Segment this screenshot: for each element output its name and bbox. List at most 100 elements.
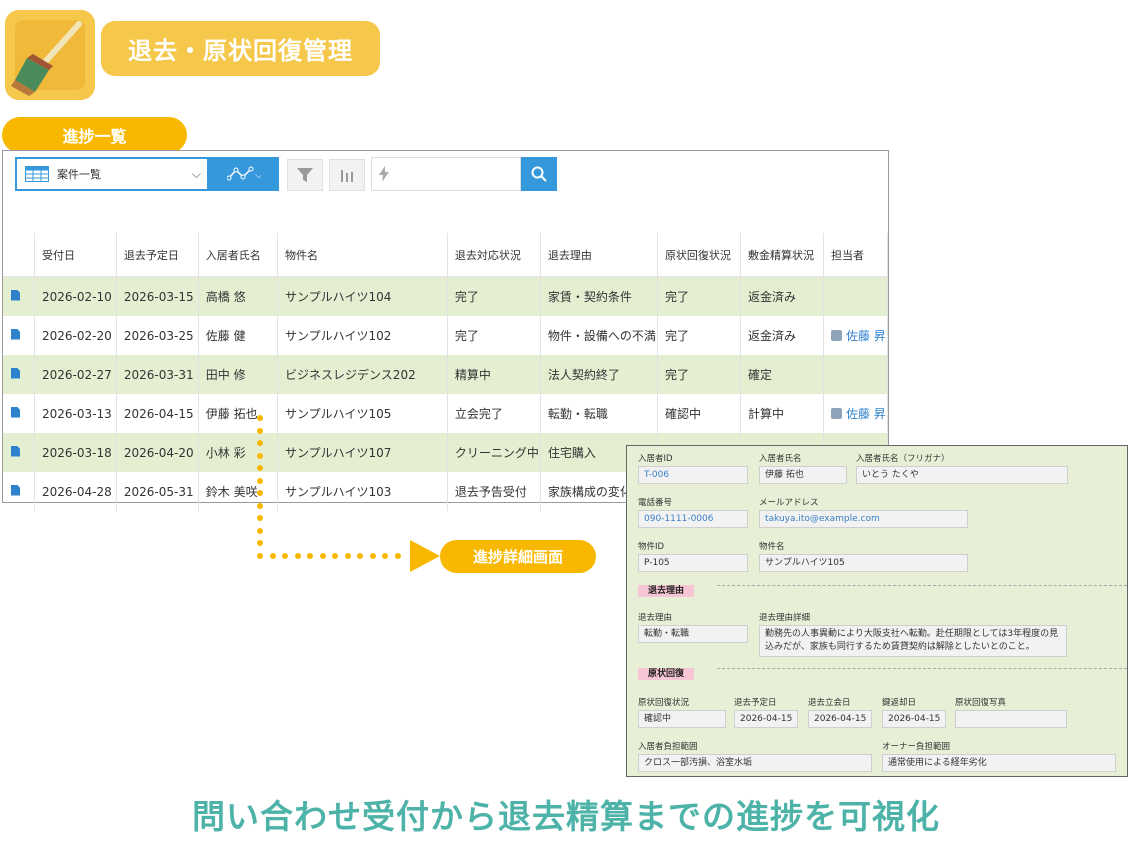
view-selector[interactable]: 案件一覧 ⌵ xyxy=(15,157,209,191)
record-detail-link[interactable] xyxy=(3,316,35,355)
table-cell: サンプルハイツ105 xyxy=(277,394,448,433)
avatar xyxy=(830,408,842,419)
table-row[interactable]: 2026-02-10 2026-03-15 高橋 悠 サンプルハイツ104 完了… xyxy=(3,276,889,316)
tenant-scope-value: クロス一部汚損、浴室水垢 xyxy=(638,754,872,772)
column-header[interactable]: 入居者氏名 xyxy=(198,233,279,277)
table-cell: 2026-04-15 xyxy=(116,394,199,433)
connector-dot xyxy=(357,553,363,559)
table-cell: 精算中 xyxy=(447,355,541,394)
record-detail-link[interactable] xyxy=(3,355,35,394)
record-detail-link[interactable] xyxy=(3,472,35,511)
field-label: 原状回復写真 xyxy=(955,698,1007,708)
table-cell: 2026-02-10 xyxy=(34,276,117,316)
column-header[interactable]: 退去理由 xyxy=(540,233,658,277)
table-cell: 物件・設備への不満 xyxy=(540,316,658,355)
connector-dot xyxy=(319,553,326,559)
connector-dot xyxy=(257,540,263,546)
reason-detail-value: 勤務先の人事異動により大阪支社へ転勤。赴任期限としては3年程度の見込みだが、家族… xyxy=(759,625,1067,657)
assignee-link[interactable]: 佐藤 昇 xyxy=(846,329,886,343)
table-cell: 田中 修 xyxy=(198,355,279,394)
table-cell: ビジネスレジデンス202 xyxy=(277,355,448,394)
filter-button[interactable] xyxy=(287,159,323,191)
avatar xyxy=(830,330,842,341)
phone-value[interactable]: 090-1111-0006 xyxy=(638,510,748,528)
table-cell: 退去予告受付 xyxy=(447,472,541,511)
line-chart-icon: ⌵ xyxy=(227,166,261,181)
table-cell: 2026-03-15 xyxy=(116,276,199,316)
table-header-row: 受付日 退去予定日 入居者氏名 物件名 退去対応状況 退去理由 原状回復状況 敷… xyxy=(3,233,889,277)
field-label: 入居者氏名（フリガナ） xyxy=(856,454,950,464)
assignee-link[interactable]: 佐藤 昇 xyxy=(846,407,886,421)
field-label: 退去予定日 xyxy=(734,698,777,708)
bar-chart-icon xyxy=(341,170,353,182)
chart-button[interactable] xyxy=(329,159,365,191)
table-cell xyxy=(823,276,889,316)
tenant-id-value[interactable]: T-006 xyxy=(638,466,748,484)
connector-dot xyxy=(394,553,401,559)
connector-dot xyxy=(257,527,263,534)
table-cell: 返金済み xyxy=(740,276,824,316)
field-label: 退去立会日 xyxy=(808,698,851,708)
column-header[interactable]: 退去予定日 xyxy=(116,233,199,277)
connector-dot xyxy=(257,452,263,459)
email-value[interactable]: takuya.ito@example.com xyxy=(759,510,968,528)
table-cell: サンプルハイツ102 xyxy=(277,316,448,355)
table-cell: 法人契約終了 xyxy=(540,355,658,394)
connector-dot xyxy=(332,553,338,559)
column-header[interactable]: 担当者 xyxy=(823,233,889,277)
property-name-value: サンプルハイツ105 xyxy=(759,554,968,572)
assignee-cell[interactable]: 佐藤 昇 xyxy=(823,394,889,433)
connector-dot xyxy=(257,477,263,484)
table-cell: 佐藤 健 xyxy=(198,316,279,355)
tenant-kana-value: いとう たくや xyxy=(856,466,1068,484)
app-title: 退去・原状回復管理 xyxy=(101,21,380,76)
broom-icon xyxy=(5,10,95,100)
document-icon xyxy=(11,367,20,379)
photo-value[interactable] xyxy=(955,710,1067,728)
list-section-label: 進捗一覧 xyxy=(2,117,187,153)
table-cell: 計算中 xyxy=(740,394,824,433)
assignee-cell[interactable]: 佐藤 昇 xyxy=(823,316,889,355)
connector-dot xyxy=(307,553,313,559)
table-cell: 返金済み xyxy=(740,316,824,355)
connector-dot xyxy=(257,415,263,421)
table-cell: 家賃・契約条件 xyxy=(540,276,658,316)
table-cell: 確定 xyxy=(740,355,824,394)
graph-menu-button[interactable]: ⌵ xyxy=(209,157,279,191)
table-icon xyxy=(25,166,49,182)
field-label: 物件ID xyxy=(638,542,665,552)
tagline: 問い合わせ受付から退去精算までの進捗を可視化 xyxy=(192,797,940,836)
moveout-date-value: 2026-04-15 xyxy=(734,710,798,728)
record-detail-link[interactable] xyxy=(3,433,35,472)
table-cell: 小林 彩 xyxy=(198,433,279,472)
divider xyxy=(717,585,1127,586)
app-icon xyxy=(5,10,95,100)
column-header[interactable]: 物件名 xyxy=(277,233,448,277)
record-detail-link[interactable] xyxy=(3,394,35,433)
table-row[interactable]: 2026-02-27 2026-03-31 田中 修 ビジネスレジデンス202 … xyxy=(3,355,889,394)
table-cell: 完了 xyxy=(657,316,741,355)
table-row[interactable]: 2026-03-13 2026-04-15 伊藤 拓也 サンプルハイツ105 立… xyxy=(3,394,889,433)
connector-dot xyxy=(257,552,263,559)
column-header[interactable]: 原状回復状況 xyxy=(657,233,741,277)
connector-dot xyxy=(257,502,263,509)
table-cell: 完了 xyxy=(657,276,741,316)
header-icon-column xyxy=(3,233,35,277)
record-detail-panel: 入居者ID T-006 入居者氏名 伊藤 拓也 入居者氏名（フリガナ） いとう … xyxy=(626,445,1128,777)
column-header[interactable]: 敷金精算状況 xyxy=(740,233,824,277)
document-icon xyxy=(11,484,20,496)
column-header[interactable]: 受付日 xyxy=(34,233,117,277)
search-input[interactable] xyxy=(371,157,521,191)
connector-dot xyxy=(257,465,263,471)
column-header[interactable]: 退去対応状況 xyxy=(447,233,541,277)
document-icon xyxy=(11,406,20,418)
connector-dot xyxy=(369,553,376,559)
table-row[interactable]: 2026-02-20 2026-03-25 佐藤 健 サンプルハイツ102 完了… xyxy=(3,316,889,355)
table-cell: 2026-04-20 xyxy=(116,433,199,472)
table-cell: 完了 xyxy=(447,316,541,355)
search-button[interactable] xyxy=(521,157,557,191)
table-cell: サンプルハイツ103 xyxy=(277,472,448,511)
connector-dot xyxy=(282,553,288,559)
document-icon xyxy=(11,445,20,457)
record-detail-link[interactable] xyxy=(3,276,35,316)
